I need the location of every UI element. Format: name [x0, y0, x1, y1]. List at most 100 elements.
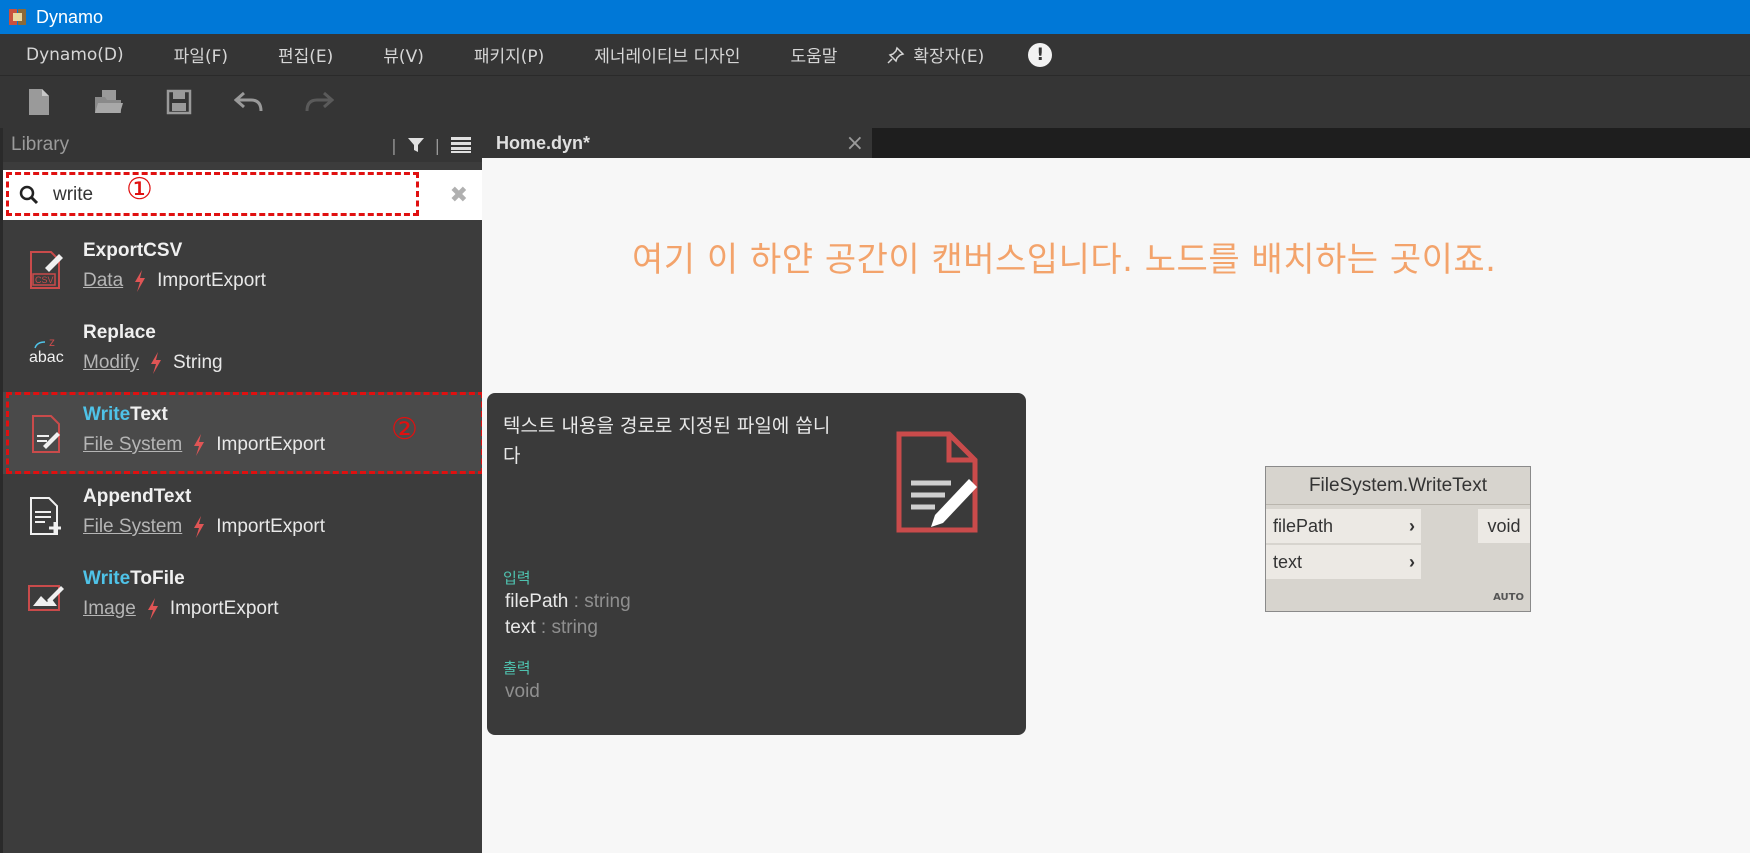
bolt-icon — [194, 516, 205, 538]
result-name-rest: Replace — [83, 322, 156, 343]
result-name-rest: ToFile — [130, 568, 185, 589]
result-category-row: Data ImportExport — [83, 270, 266, 292]
result-group: ImportExport — [157, 270, 266, 291]
menu-extensions-label: 확장자(E) — [913, 47, 985, 67]
menu-extensions[interactable]: 확장자(E) — [887, 42, 984, 67]
search-icon — [19, 185, 39, 205]
menu-file[interactable]: 파일(F) — [174, 42, 228, 67]
input-type: : string — [568, 591, 631, 612]
node-title: FileSystem.WriteText — [1266, 467, 1530, 505]
dynamo-logo-icon — [9, 9, 26, 25]
svg-text:abac: abac — [29, 349, 64, 366]
tooltip-outputs-label: 출력 — [503, 659, 531, 677]
step-marker-1: ① — [126, 172, 153, 207]
tab-bar: Home.dyn* × — [482, 128, 1750, 158]
string-replace-icon: abac z — [29, 335, 64, 366]
input-port-filepath[interactable]: filePath › — [1266, 509, 1421, 543]
menu-help[interactable]: 도움말 — [790, 42, 837, 67]
output-port-void[interactable]: void — [1478, 509, 1530, 543]
result-category-row: File System ImportExport — [83, 434, 325, 456]
new-file-icon — [29, 89, 49, 115]
tooltip-description: 텍스트 내용을 경로로 지정된 파일에 씁니다 — [503, 415, 831, 467]
result-category[interactable]: File System — [83, 434, 182, 456]
result-category[interactable]: Image — [83, 598, 136, 620]
menu-edit[interactable]: 편집(E) — [278, 42, 333, 67]
write-text-icon — [32, 415, 60, 453]
filter-icon[interactable] — [407, 136, 425, 154]
result-category-row: File System ImportExport — [83, 516, 325, 538]
open-file-button[interactable] — [92, 85, 126, 119]
library-tools: | | — [391, 136, 472, 155]
result-name: WriteText — [83, 404, 168, 426]
chevron-right-icon: › — [1409, 515, 1415, 536]
list-view-icon[interactable] — [450, 136, 472, 154]
append-text-icon — [30, 497, 61, 535]
result-appendtext[interactable]: AppendText File System ImportExport — [3, 474, 482, 556]
result-category[interactable]: File System — [83, 516, 182, 538]
port-label: filePath — [1273, 515, 1334, 536]
separator: | — [434, 135, 440, 155]
result-name-highlight: Write — [83, 404, 131, 425]
result-name: WriteToFile — [83, 568, 185, 590]
search-input[interactable]: write — [53, 184, 93, 206]
node-filesystem-writetext[interactable]: FileSystem.WriteText filePath › text › v… — [1265, 466, 1531, 612]
result-category-row: Modify String — [83, 352, 223, 374]
bolt-icon — [194, 434, 205, 456]
save-button[interactable] — [162, 85, 196, 119]
input-port-text[interactable]: text › — [1266, 545, 1421, 579]
chevron-right-icon: › — [1409, 551, 1415, 572]
result-name-rest: AppendText — [83, 486, 192, 507]
library-panel: Library | | write ✖ ① CSV ExportCSV Data… — [0, 128, 484, 853]
result-name-rest: ExportCSV — [83, 240, 183, 261]
close-icon[interactable]: × — [846, 131, 864, 156]
result-category[interactable]: Modify — [83, 352, 139, 374]
library-search[interactable]: write ✖ — [3, 170, 482, 220]
result-exportcsv[interactable]: CSV ExportCSV Data ImportExport — [3, 228, 482, 310]
window-title: Dynamo — [36, 6, 104, 27]
write-text-large-icon — [896, 431, 978, 533]
separator: | — [391, 135, 397, 155]
svg-text:z: z — [49, 335, 55, 349]
menu-packages[interactable]: 패키지(P) — [474, 42, 544, 67]
tab-label: Home.dyn* — [496, 132, 591, 153]
result-name-rest: Text — [130, 404, 168, 425]
menu-bar: Dynamo(D) 파일(F) 편집(E) 뷰(V) 패키지(P) 제너레이티브… — [0, 34, 1750, 76]
bolt-icon — [147, 598, 158, 620]
tooltip-input-text: text : string — [505, 617, 598, 639]
tooltip-output: void — [505, 681, 540, 702]
image-write-icon — [28, 585, 64, 611]
undo-button[interactable] — [232, 85, 266, 119]
redo-icon — [305, 91, 334, 112]
menu-view[interactable]: 뷰(V) — [383, 42, 424, 67]
pin-icon — [887, 46, 905, 64]
title-bar: Dynamo — [0, 0, 1750, 34]
lacing-label[interactable]: AUTO — [1493, 592, 1524, 603]
canvas-annotation: 여기 이 하얀 공간이 캔버스입니다. 노드를 배치하는 곳이죠. — [632, 240, 1497, 280]
new-file-button[interactable] — [22, 85, 56, 119]
result-replace[interactable]: abac z Replace Modify String — [3, 310, 482, 392]
input-type: : string — [535, 617, 598, 638]
input-name: filePath — [505, 591, 569, 612]
bolt-icon — [135, 270, 146, 292]
save-icon — [166, 89, 192, 115]
result-writetofile[interactable]: WriteToFile Image ImportExport — [3, 556, 482, 638]
result-name-highlight: Write — [83, 568, 131, 589]
notification-icon[interactable]: ! — [1028, 42, 1053, 67]
result-name: ExportCSV — [83, 240, 182, 262]
result-category[interactable]: Data — [83, 270, 123, 292]
result-category-row: Image ImportExport — [83, 598, 279, 620]
clear-search-icon[interactable]: ✖ — [450, 183, 468, 208]
tab-home[interactable]: Home.dyn* × — [482, 128, 872, 158]
redo-button[interactable] — [302, 85, 336, 119]
result-group: String — [172, 352, 223, 373]
menu-generative-design[interactable]: 제너레이티브 디자인 — [594, 42, 740, 67]
tooltip-input-filepath: filePath : string — [505, 591, 631, 613]
result-group: ImportExport — [169, 598, 279, 619]
menu-dynamo[interactable]: Dynamo(D) — [26, 45, 124, 65]
result-group: ImportExport — [216, 516, 326, 537]
node-tooltip: 텍스트 내용을 경로로 지정된 파일에 씁니다 입력 filePath : st… — [487, 393, 1026, 735]
export-csv-icon: CSV — [30, 251, 63, 289]
tooltip-inputs-label: 입력 — [503, 569, 531, 587]
result-group: ImportExport — [216, 434, 326, 455]
step-marker-2: ② — [391, 412, 418, 447]
